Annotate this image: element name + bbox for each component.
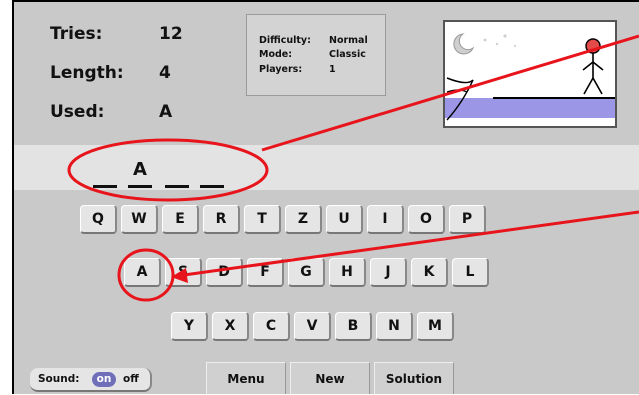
hangman-picture	[443, 20, 617, 128]
key-v[interactable]: V	[294, 312, 331, 341]
word-letter-1	[93, 157, 117, 188]
sound-toggle[interactable]: Sound: on off	[30, 368, 152, 392]
hangman-game: Tries: 12 Length: 4 Used: A Difficulty: …	[0, 0, 639, 394]
difficulty-value: Normal	[329, 35, 368, 46]
mode-value: Classic	[329, 49, 366, 60]
key-a[interactable]: A	[124, 258, 161, 287]
solution-button[interactable]: Solution	[374, 362, 454, 394]
key-d[interactable]: D	[206, 258, 243, 287]
key-p[interactable]: P	[449, 205, 486, 234]
sound-label: Sound:	[38, 373, 80, 385]
key-h[interactable]: H	[329, 258, 366, 287]
key-f[interactable]: F	[247, 258, 284, 287]
players-label: Players:	[259, 64, 303, 75]
key-t[interactable]: T	[244, 205, 281, 234]
length-value: 4	[159, 63, 171, 83]
key-y[interactable]: Y	[171, 312, 208, 341]
key-c[interactable]: C	[253, 312, 290, 341]
key-r[interactable]: R	[203, 205, 240, 234]
players-value: 1	[329, 64, 336, 75]
sound-on-option[interactable]: on	[92, 372, 116, 387]
key-b[interactable]: B	[335, 312, 372, 341]
sound-off-option[interactable]: off	[123, 368, 139, 390]
used-value: A	[159, 102, 173, 122]
key-j[interactable]: J	[370, 258, 407, 287]
word-letter-4	[200, 157, 224, 188]
key-q[interactable]: Q	[80, 205, 117, 234]
tries-value: 12	[159, 24, 183, 44]
hangman-scene-icon	[445, 33, 615, 121]
key-s[interactable]: S	[165, 258, 202, 287]
settings-panel: Difficulty: Normal Mode: Classic Players…	[246, 14, 386, 96]
word-letter-3	[165, 157, 189, 188]
key-e[interactable]: E	[162, 205, 199, 234]
used-label: Used:	[50, 102, 105, 122]
key-k[interactable]: K	[411, 258, 448, 287]
length-label: Length:	[50, 63, 124, 83]
key-o[interactable]: O	[408, 205, 445, 234]
key-g[interactable]: G	[288, 258, 325, 287]
key-w[interactable]: W	[121, 205, 158, 234]
menu-button[interactable]: Menu	[206, 362, 286, 394]
word-letter-2: A	[128, 157, 152, 188]
key-n[interactable]: N	[376, 312, 413, 341]
key-m[interactable]: M	[417, 312, 454, 341]
key-i[interactable]: I	[367, 205, 404, 234]
difficulty-label: Difficulty:	[259, 35, 311, 46]
new-button[interactable]: New	[290, 362, 370, 394]
tries-label: Tries:	[50, 24, 103, 44]
mode-label: Mode:	[259, 49, 293, 60]
key-u[interactable]: U	[326, 205, 363, 234]
key-l[interactable]: L	[452, 258, 489, 287]
key-z[interactable]: Z	[285, 205, 322, 234]
key-x[interactable]: X	[212, 312, 249, 341]
